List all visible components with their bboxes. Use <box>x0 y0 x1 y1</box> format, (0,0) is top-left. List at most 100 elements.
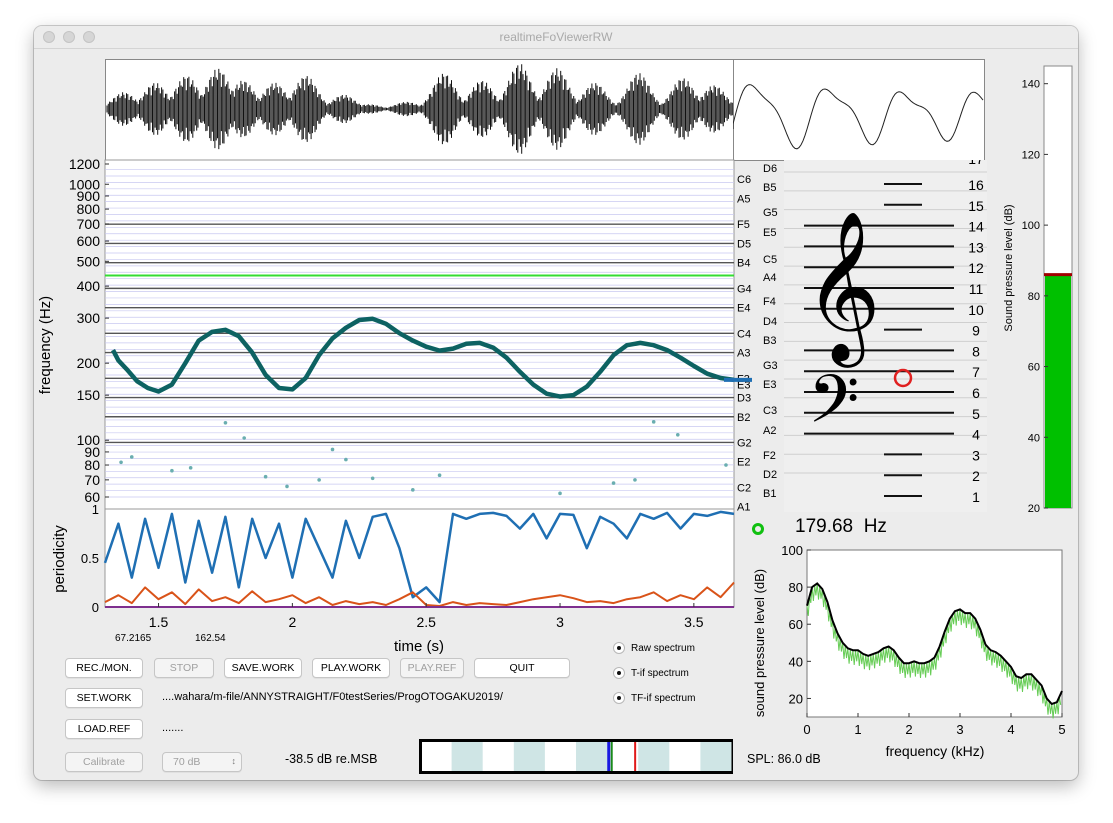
fo-candidate-dot <box>558 491 562 496</box>
stop-button[interactable]: STOP <box>154 658 214 678</box>
fo-candidate-dot <box>675 432 680 437</box>
fo-candidate-dot <box>129 455 134 459</box>
note-label-A5: A5 <box>737 193 750 205</box>
staff-number-3: 3 <box>972 447 980 463</box>
rec-mon-button[interactable]: REC./MON. <box>65 658 143 678</box>
periodicity-ytick: 0 <box>92 600 99 615</box>
meter-tick-label: 80 <box>1028 291 1040 303</box>
meter-tick-label: 120 <box>1022 149 1040 161</box>
staff-number-5: 5 <box>972 406 980 422</box>
meter-tick-label: 140 <box>1022 79 1040 91</box>
staff-number-9: 9 <box>972 323 980 339</box>
staff-note-E5: E5 <box>763 227 777 239</box>
spectrum-xtick: 1 <box>854 722 861 737</box>
note-label-D3: D3 <box>737 393 751 405</box>
fo-candidate-dot <box>223 420 228 425</box>
spectrum-ytick: 40 <box>789 654 803 669</box>
meter-fill <box>1045 274 1071 508</box>
time-readout-1: 67.2165 <box>115 633 152 644</box>
radio-dot-icon <box>613 642 625 654</box>
periodicity-xtick: 2.5 <box>416 614 436 630</box>
staff-note-D2: D2 <box>763 469 778 481</box>
input-level-readout: -38.5 dB re.MSB <box>285 752 378 766</box>
ytick-label: 800 <box>77 201 101 217</box>
save-work-button[interactable]: SAVE.WORK <box>224 658 302 678</box>
staff-number-13: 13 <box>968 239 984 255</box>
fo-candidate-dot <box>633 478 637 482</box>
periodicity-ytick: 1 <box>92 505 99 517</box>
fo-candidate-dot <box>724 463 728 467</box>
spectrum-xtick: 5 <box>1058 722 1065 737</box>
level-meter: 140 120 100 80 60 40 20 Sound pressure level (d… <box>1003 65 1073 515</box>
staff-number-8: 8 <box>972 343 980 359</box>
ytick-label: 150 <box>77 387 101 403</box>
ytick-label: 70 <box>84 472 100 488</box>
note-label-A3: A3 <box>737 348 750 360</box>
spectrum-area <box>806 549 1063 718</box>
note-label-D5: D5 <box>737 238 751 250</box>
note-label-G2: G2 <box>737 437 752 449</box>
staff-note-G5: G5 <box>763 207 778 219</box>
fo-plot-ylabel: frequency (Hz) <box>37 296 54 394</box>
note-label-G4: G4 <box>737 283 752 295</box>
spectrum-xtick: 2 <box>905 722 912 737</box>
ytick-label: 400 <box>77 278 101 294</box>
ytick-label: 200 <box>77 355 101 371</box>
staff-number-12: 12 <box>968 260 984 276</box>
ytick-label: 700 <box>77 216 101 232</box>
level-bar-segment <box>700 742 732 771</box>
periodicity-ylabel: periodicity <box>51 525 68 593</box>
fo-candidate-dot <box>119 460 123 465</box>
note-label-B4: B4 <box>737 258 750 270</box>
staff-number-16: 16 <box>968 177 984 193</box>
staff-note-F2: F2 <box>763 450 776 462</box>
staff-note-C3: C3 <box>763 405 778 417</box>
staff-note-D6: D6 <box>763 163 778 175</box>
note-label-C2: C2 <box>737 482 751 494</box>
level-bar-segment <box>513 742 545 771</box>
set-work-button[interactable]: SET.WORK <box>65 688 143 708</box>
calibrate-button[interactable]: Calibrate <box>65 752 143 772</box>
work-path-text: ....wahara/m-file/ANNYSTRAIGHT/F0testSer… <box>162 691 503 703</box>
note-label-C4: C4 <box>737 328 751 340</box>
note-label-C6: C6 <box>737 174 751 186</box>
staff-number-14: 14 <box>968 219 984 235</box>
radio-dot-icon <box>613 692 625 704</box>
fo-candidate-dot <box>317 478 321 482</box>
fo-candidate-dot <box>411 488 415 492</box>
fo-value: 179.68 <box>795 516 854 537</box>
staff-note-F4: F4 <box>763 296 776 308</box>
fo-candidate-dot <box>263 474 268 479</box>
input-level-bar <box>419 739 733 774</box>
spectrum-xlabel: frequency (kHz) <box>886 743 985 759</box>
load-ref-button[interactable]: LOAD.REF <box>65 719 143 739</box>
fo-candidate-dot <box>188 466 193 470</box>
ref-path-text: ....... <box>162 722 184 734</box>
staff-number-2: 2 <box>972 468 980 484</box>
ytick-label: 500 <box>77 253 101 269</box>
play-ref-button[interactable]: PLAY.REF <box>400 658 464 678</box>
staff-note-E3: E3 <box>763 379 777 391</box>
fo-candidate-dot <box>370 476 375 481</box>
calibration-level-select[interactable]: 70 dB ↕ <box>162 752 242 772</box>
waveform-zoom-panel <box>733 59 985 161</box>
meter-tick-label: 100 <box>1022 220 1040 232</box>
fo-unit: Hz <box>863 516 887 537</box>
fo-candidate-dot <box>242 436 246 440</box>
quit-button[interactable]: QUIT <box>474 658 570 678</box>
spectrum-ytick: 100 <box>781 545 803 558</box>
level-bar-segment <box>451 742 483 771</box>
play-work-button[interactable]: PLAY.WORK <box>312 658 390 678</box>
meter-tick-label: 20 <box>1028 503 1040 515</box>
spectrum-ytick: 80 <box>789 580 803 595</box>
periodicity-xtick: 3.5 <box>684 614 704 630</box>
waveform-panel <box>105 59 734 161</box>
staff-note-B3: B3 <box>763 335 777 347</box>
spectrum-xtick: 0 <box>803 722 810 737</box>
meter-tick-label: 40 <box>1028 432 1040 444</box>
bass-clef-icon: 𝄢 <box>808 363 859 452</box>
staff-note-B1: B1 <box>763 488 777 500</box>
voicing-indicator-icon <box>752 523 764 535</box>
staff-number-15: 15 <box>968 198 984 214</box>
fo-plot-area <box>104 159 735 511</box>
